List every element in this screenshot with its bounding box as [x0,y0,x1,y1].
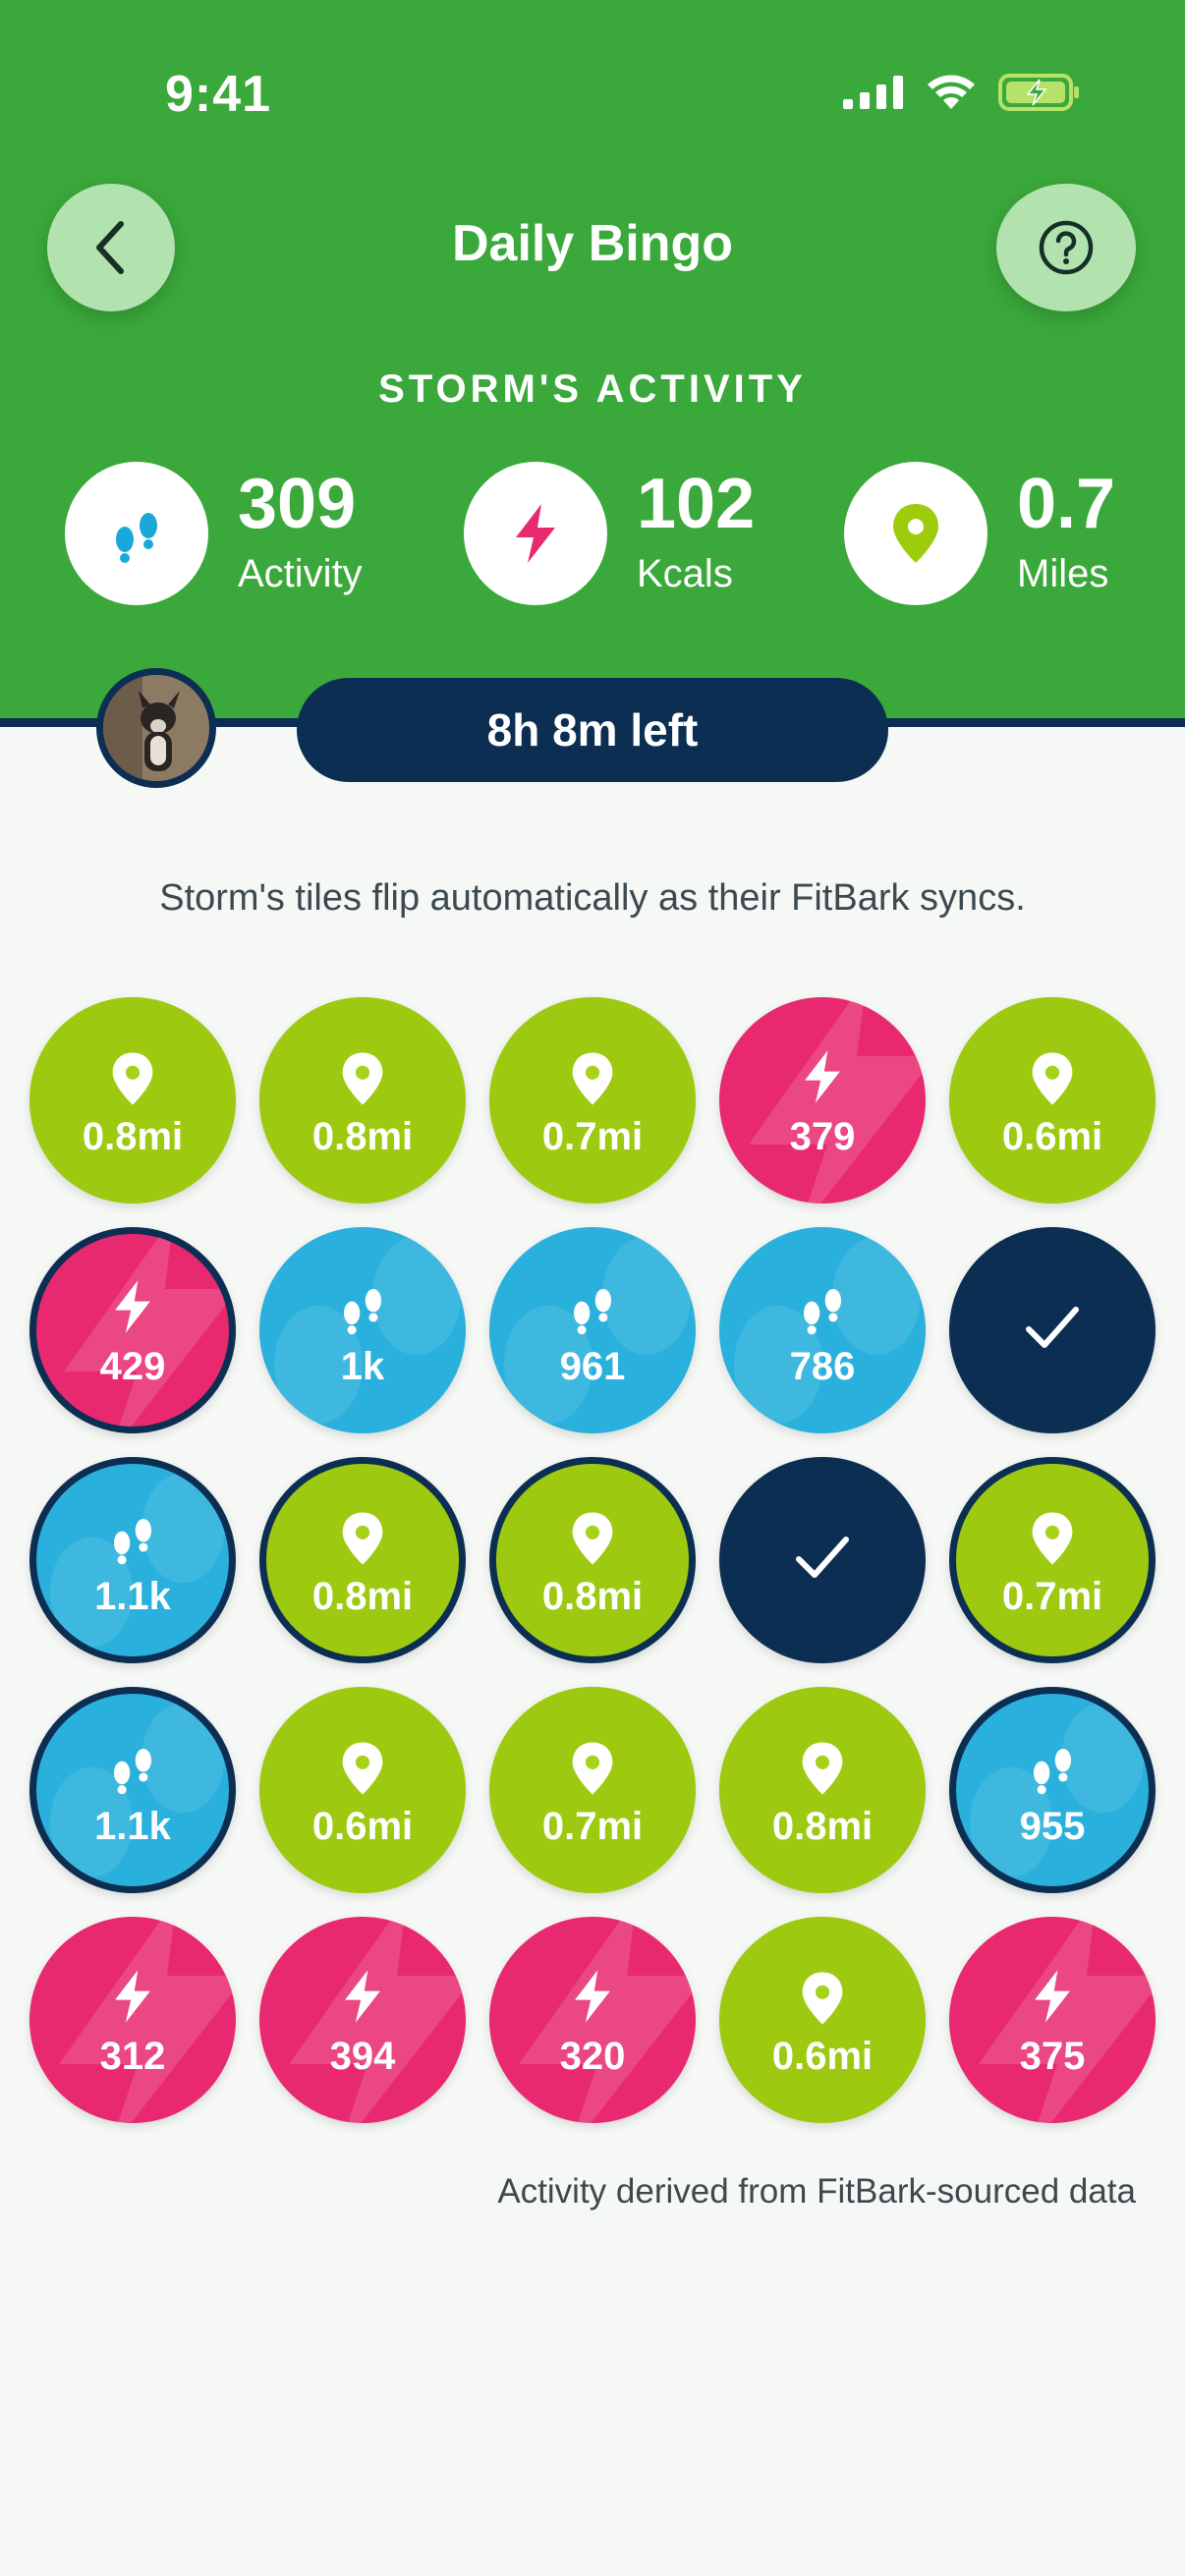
lightning-icon [1028,1956,1077,2027]
stat-activity-label: Activity [238,552,363,595]
location-pin-icon [570,1036,615,1107]
bingo-tile-miles[interactable]: 0.8mi [29,997,236,1204]
bingo-tile-check[interactable] [949,1227,1156,1433]
tile-value: 955 [1019,1804,1086,1848]
question-icon [1039,220,1094,275]
description-text: Storm's tiles flip automatically as thei… [159,877,1026,919]
tile-value: 320 [559,2034,626,2078]
bingo-tile-kcals[interactable]: 320 [489,1917,696,2123]
tile-value: 0.6mi [1001,1114,1103,1158]
tile-value: 1.1k [94,1804,171,1848]
bingo-tile-kcals[interactable]: 394 [259,1917,466,2123]
status-icons [843,73,1081,117]
location-pin-icon [1030,1036,1075,1107]
stat-miles-value: 0.7 [1017,465,1116,543]
stat-kcals-label: Kcals [637,552,733,595]
stat-kcals-value: 102 [637,465,756,543]
tile-value: 0.8mi [311,1114,414,1158]
stat-miles-badge [844,462,988,605]
tile-value: 312 [99,2034,166,2078]
tile-value: 961 [559,1344,626,1388]
tile-value: 786 [789,1344,856,1388]
location-pin-icon [800,1956,845,2027]
bingo-tile-miles[interactable]: 0.7mi [489,1687,696,1893]
checkmark-icon [1023,1304,1082,1358]
stat-kcals-badge [464,462,607,605]
status-time: 9:41 [165,66,272,123]
paw-steps-icon [1024,1726,1081,1797]
location-pin-icon [570,1726,615,1797]
lightning-icon [516,504,555,563]
bingo-tile-miles[interactable]: 0.6mi [719,1917,926,2123]
wifi-icon [926,74,977,116]
tile-value: 379 [789,1114,856,1158]
paw-steps-icon [334,1266,391,1337]
battery-charging-icon [998,73,1081,117]
bingo-tile-activity[interactable]: 961 [489,1227,696,1433]
tile-value: 0.7mi [1001,1574,1103,1618]
tile-value: 0.8mi [311,1574,414,1618]
tile-value: 0.6mi [771,2034,874,2078]
dog-avatar[interactable] [96,668,216,788]
checkmark-icon [793,1534,852,1588]
stat-miles-label: Miles [1017,552,1109,595]
location-pin-icon [340,1726,385,1797]
time-left-pill: 8h 8m left [297,678,888,782]
paw-steps-icon [564,1266,621,1337]
bingo-tile-kcals[interactable]: 429 [29,1227,236,1433]
lightning-icon [108,1956,157,2027]
paw-steps-icon [104,1496,161,1567]
bingo-tile-kcals[interactable]: 379 [719,997,926,1204]
location-pin-icon [110,1036,155,1107]
lightning-icon [798,1036,847,1107]
help-button[interactable] [996,184,1136,311]
tile-value: 0.8mi [541,1574,644,1618]
tile-value: 0.7mi [541,1114,644,1158]
bingo-tile-activity[interactable]: 786 [719,1227,926,1433]
location-pin-icon [340,1036,385,1107]
bingo-tile-kcals[interactable]: 312 [29,1917,236,2123]
paw-steps-icon [104,1726,161,1797]
location-pin-icon [893,504,938,563]
bingo-tile-activity[interactable]: 1.1k [29,1457,236,1663]
tile-value: 429 [99,1344,166,1388]
bingo-tile-miles[interactable]: 0.6mi [949,997,1156,1204]
bingo-tile-miles[interactable]: 0.6mi [259,1687,466,1893]
stat-activity-value: 309 [238,465,357,543]
bingo-tile-miles[interactable]: 0.8mi [259,997,466,1204]
tile-value: 0.6mi [311,1804,414,1848]
paw-steps-icon [116,513,157,563]
bingo-tile-check[interactable] [719,1457,926,1663]
dog-photo [103,675,209,781]
bingo-tile-miles[interactable]: 0.7mi [489,997,696,1204]
bingo-tile-kcals[interactable]: 375 [949,1917,1156,2123]
tile-value: 1k [340,1344,385,1388]
location-pin-icon [800,1726,845,1797]
bingo-tile-activity[interactable]: 1k [259,1227,466,1433]
location-pin-icon [570,1496,615,1567]
paw-steps-icon [794,1266,851,1337]
tile-value: 0.7mi [541,1804,644,1848]
tile-value: 0.8mi [771,1804,874,1848]
stat-activity-badge [65,462,208,605]
data-source-footnote: Activity derived from FitBark-sourced da… [497,2172,1136,2211]
lightning-icon [108,1266,157,1337]
lightning-icon [338,1956,387,2027]
location-pin-icon [1030,1496,1075,1567]
bingo-tile-activity[interactable]: 955 [949,1687,1156,1893]
location-pin-icon [340,1496,385,1567]
bingo-tile-miles[interactable]: 0.7mi [949,1457,1156,1663]
tile-value: 0.8mi [82,1114,184,1158]
tile-value: 375 [1019,2034,1086,2078]
bingo-tile-miles[interactable]: 0.8mi [489,1457,696,1663]
bingo-tile-miles[interactable]: 0.8mi [259,1457,466,1663]
bingo-tile-activity[interactable]: 1.1k [29,1687,236,1893]
tile-value: 1.1k [94,1574,171,1618]
tile-value: 394 [329,2034,396,2078]
signal-icon [843,76,904,114]
lightning-icon [568,1956,617,2027]
bingo-tile-miles[interactable]: 0.8mi [719,1687,926,1893]
section-subtitle: STORM'S ACTIVITY [378,367,807,411]
